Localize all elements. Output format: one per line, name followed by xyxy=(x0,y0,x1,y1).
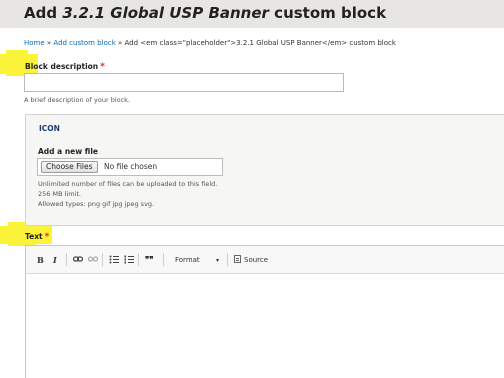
toolbar-separator xyxy=(66,253,67,266)
page-title: Add 3.2.1 Global USP Banner custom block xyxy=(24,4,386,22)
editor-content-area[interactable] xyxy=(26,274,504,378)
blockquote-button[interactable]: ❞❞ xyxy=(145,254,154,264)
link-icon[interactable] xyxy=(72,255,84,266)
icon-fieldset-legend: ICON xyxy=(39,124,60,133)
title-block-name: 3.2.1 Global USP Banner xyxy=(62,4,269,22)
toolbar-separator xyxy=(227,253,228,266)
rich-text-editor[interactable]: B I ❞❞ Format ▾ Source xyxy=(25,245,504,378)
required-marker: * xyxy=(100,62,105,72)
unlink-icon[interactable] xyxy=(87,255,99,266)
file-help-size-limit: 256 MB limit. xyxy=(38,190,81,198)
breadcrumb-add-custom-block-link[interactable]: Add custom block xyxy=(53,39,115,47)
toolbar-separator xyxy=(102,253,103,266)
breadcrumb-home-link[interactable]: Home xyxy=(24,39,45,47)
title-suffix: custom block xyxy=(274,4,387,22)
toolbar-separator xyxy=(138,253,139,266)
source-label: Source xyxy=(244,256,269,264)
page-header: Add 3.2.1 Global USP Banner custom block xyxy=(0,0,504,28)
file-help-allowed-types: Allowed types: png gif jpg jpeg svg. xyxy=(38,200,155,208)
file-help-unlimited: Unlimited number of files can be uploade… xyxy=(38,180,218,188)
file-upload-widget[interactable]: Choose Files No file chosen xyxy=(37,158,223,176)
block-description-help: A brief description of your block. xyxy=(24,96,131,104)
source-button[interactable]: Source xyxy=(234,255,268,265)
text-field-label: Text * xyxy=(25,232,49,242)
source-icon xyxy=(234,255,241,263)
title-prefix: Add xyxy=(24,4,58,22)
bulleted-list-icon[interactable] xyxy=(109,255,119,267)
block-description-label: Block description * xyxy=(25,62,105,72)
italic-button[interactable]: I xyxy=(53,255,57,265)
block-description-input[interactable] xyxy=(24,73,344,92)
editor-toolbar: B I ❞❞ Format ▾ Source xyxy=(26,246,504,274)
format-dropdown[interactable]: Format xyxy=(175,255,200,265)
no-file-chosen-text: No file chosen xyxy=(104,162,158,171)
add-new-file-label: Add a new file xyxy=(38,147,99,156)
toolbar-separator xyxy=(163,253,164,266)
format-dropdown-label: Format xyxy=(175,256,200,264)
numbered-list-icon[interactable] xyxy=(124,255,134,267)
breadcrumb: Home » Add custom block » Add <em class=… xyxy=(24,39,396,47)
text-field-label-text: Text xyxy=(25,232,43,241)
choose-files-button[interactable]: Choose Files xyxy=(41,161,98,173)
chevron-down-icon[interactable]: ▾ xyxy=(216,256,219,266)
required-marker: * xyxy=(44,232,50,242)
bold-button[interactable]: B xyxy=(37,255,44,265)
breadcrumb-separator: » xyxy=(115,39,125,47)
block-description-label-text: Block description xyxy=(25,62,99,71)
breadcrumb-current: Add <em class="placeholder">3.2.1 Global… xyxy=(124,39,396,47)
